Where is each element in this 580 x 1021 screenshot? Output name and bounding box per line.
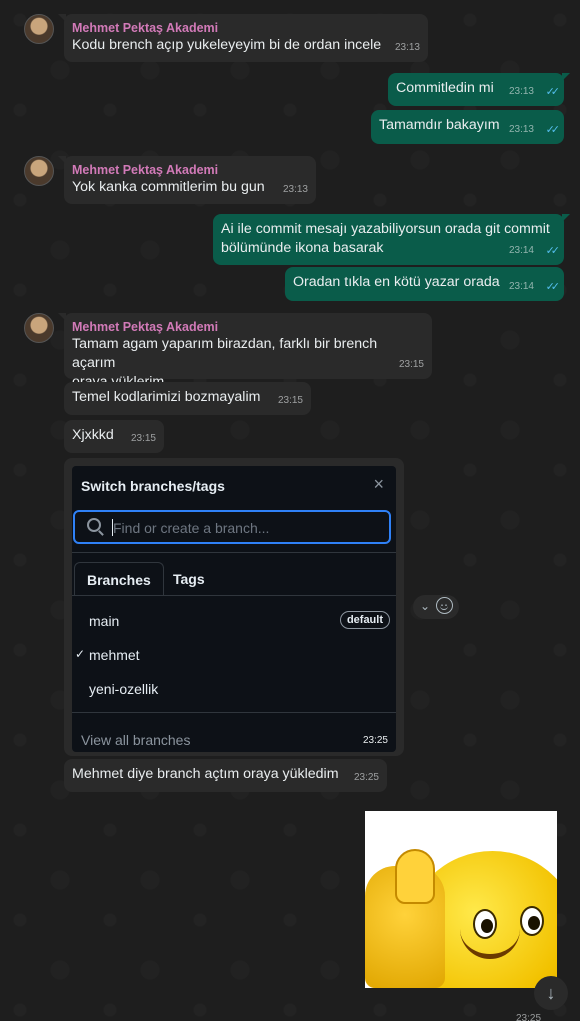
read-ticks-icon: ✓✓ — [545, 86, 561, 98]
message-time: 23:15 — [277, 395, 303, 406]
branch-name: main — [89, 613, 120, 629]
branch-name: yeni-ozellik — [89, 681, 159, 697]
divider — [72, 595, 396, 596]
message-time: 23:13 — [508, 124, 534, 135]
message-bubble[interactable]: Mehmet Pektaş Akademi Yok kanka commitle… — [58, 156, 316, 204]
view-all-branches-link: View all branches — [81, 732, 191, 748]
github-branch-popup-image[interactable]: Switch branches/tags × Find or create a … — [72, 466, 396, 752]
message-text: Temel kodlarimizi bozmayalim — [72, 389, 261, 405]
message-bubble[interactable]: Temel kodlarimizi bozmayalim 23:15 — [64, 382, 311, 415]
message-time: 23:14 — [508, 245, 534, 256]
message-time: 23:25 — [516, 1013, 542, 1021]
right-eye — [520, 906, 544, 936]
sender-name: Mehmet Pektaş Akademi — [72, 163, 219, 177]
message-bubble[interactable]: Mehmet Pektaş Akademi Kodu brench açıp y… — [58, 14, 428, 62]
message-text: Mehmet diye branch açtım oraya yükledim — [72, 766, 339, 782]
message-time: 23:13 — [282, 184, 308, 195]
thumb-up-icon — [395, 849, 435, 904]
message-bubble[interactable]: Mehmet diye branch açtım oraya yükledim … — [64, 759, 387, 792]
tab-tags: Tags — [173, 571, 205, 587]
message-time: 23:15 — [398, 359, 424, 370]
sender-name: Mehmet Pektaş Akademi — [72, 21, 219, 35]
popup-title: Switch branches/tags — [81, 478, 225, 494]
emoji-icon — [436, 595, 453, 614]
message-bubble[interactable]: Mehmet Pektaş Akademi Tamam agam yaparım… — [58, 313, 432, 390]
message-time: 23:25 — [362, 735, 388, 746]
message-time: 23:25 — [353, 772, 379, 783]
search-icon — [87, 518, 101, 532]
message-time: 23:13 — [508, 86, 534, 97]
image-message[interactable]: Switch branches/tags × Find or create a … — [64, 458, 404, 756]
avatar[interactable] — [24, 313, 54, 343]
branch-row-main: main default — [72, 604, 396, 638]
read-ticks-icon: ✓✓ — [545, 281, 561, 293]
branch-row-mehmet: ✓ mehmet — [72, 638, 396, 672]
read-ticks-icon: ✓✓ — [545, 124, 561, 136]
divider — [72, 552, 396, 553]
close-icon: × — [373, 474, 384, 494]
message-text-line2: bölümünde ikona basarak — [221, 240, 384, 256]
message-bubble[interactable]: Tamamdır bakayım 23:13 ✓✓ — [371, 110, 564, 144]
read-ticks-icon: ✓✓ — [545, 245, 561, 257]
default-badge: default — [339, 611, 390, 629]
branch-name: mehmet — [89, 647, 140, 663]
avatar[interactable] — [24, 156, 54, 186]
scroll-down-button[interactable]: ↓ — [534, 976, 568, 1010]
message-bubble[interactable]: Commitledin mi 23:13 ✓✓ — [388, 73, 570, 106]
avatar[interactable] — [24, 14, 54, 44]
thumbs-up-sticker[interactable] — [365, 811, 557, 988]
message-text-line1: Ai ile commit mesajı yazabiliyorsun orad… — [221, 221, 550, 237]
chevron-down-icon: ⌄ — [420, 599, 431, 613]
tab-branches: Branches — [74, 562, 164, 596]
branch-row-yeni-ozellik: yeni-ozellik — [72, 672, 396, 706]
branch-search-field: Find or create a branch... — [73, 510, 391, 544]
search-placeholder: Find or create a branch... — [113, 520, 270, 536]
message-time: 23:14 — [508, 281, 534, 292]
reaction-button[interactable]: ⌄ — [413, 595, 459, 619]
sender-name: Mehmet Pektaş Akademi — [72, 320, 219, 334]
message-text: Kodu brench açıp yukeleyeyim bi de ordan… — [72, 37, 382, 53]
smile-mouth — [460, 929, 520, 959]
check-icon: ✓ — [75, 647, 86, 661]
message-bubble[interactable]: Oradan tıkla en kötü yazar orada 23:14 ✓… — [285, 267, 564, 301]
message-text-line1: Tamam agam yaparım birazdan, farklı bir … — [72, 336, 378, 371]
message-time: 23:15 — [130, 433, 156, 444]
divider — [72, 712, 396, 713]
message-bubble[interactable]: Ai ile commit mesajı yazabiliyorsun orad… — [213, 214, 570, 265]
message-bubble[interactable]: Xjxkkd 23:15 — [64, 420, 164, 453]
message-text: Yok kanka commitlerim bu gun — [72, 179, 265, 195]
message-time: 23:13 — [394, 42, 420, 53]
